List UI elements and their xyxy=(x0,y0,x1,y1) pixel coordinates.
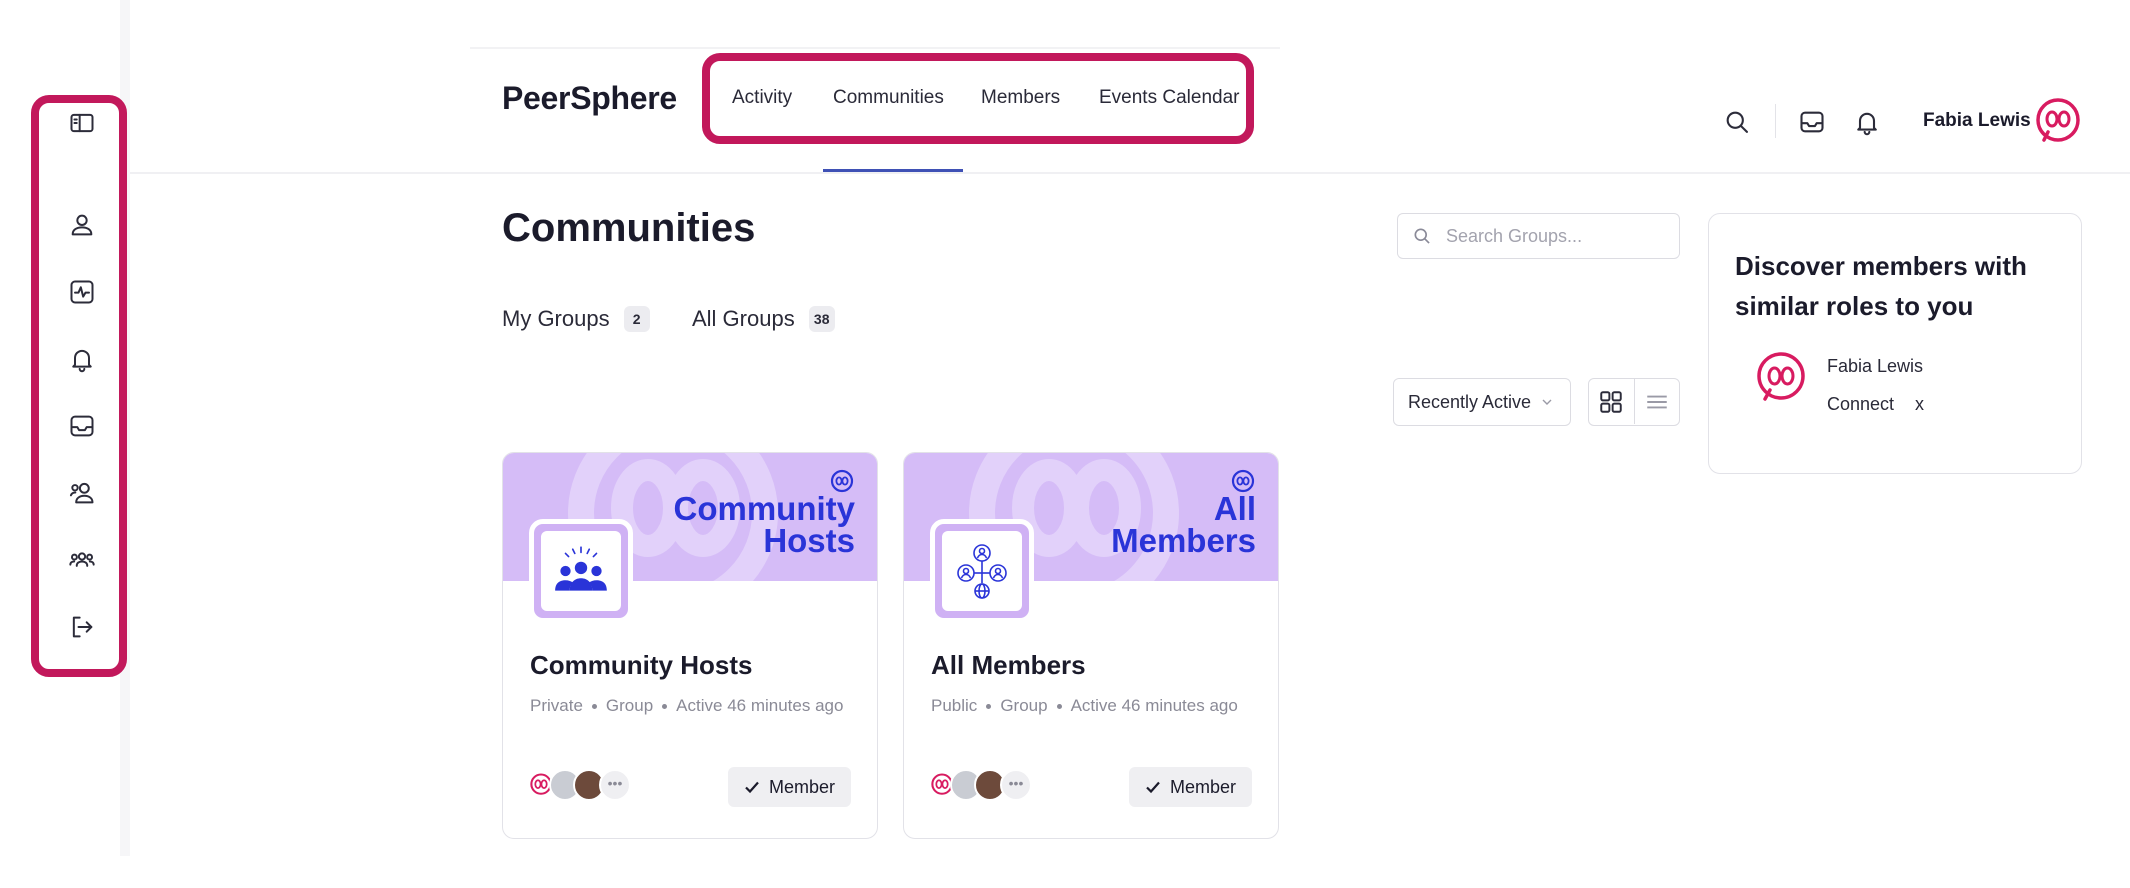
group-privacy: Private xyxy=(530,696,583,715)
member-status-button[interactable]: Member xyxy=(727,767,851,807)
search-box[interactable] xyxy=(1397,213,1680,259)
more-members-icon: ••• xyxy=(1000,769,1032,801)
member-status-button[interactable]: Member xyxy=(1128,767,1252,807)
sort-dropdown[interactable]: Recently Active xyxy=(1393,378,1571,426)
discover-title: Discover members with similar roles to y… xyxy=(1735,251,2027,321)
group-privacy: Public xyxy=(931,696,978,715)
grid-view-icon xyxy=(1600,390,1622,413)
user-avatar[interactable] xyxy=(2033,96,2083,146)
check-icon xyxy=(745,781,759,794)
logout-icon[interactable] xyxy=(64,609,100,645)
inbox-icon[interactable] xyxy=(1795,105,1829,139)
group-type: Group xyxy=(605,696,654,715)
tab-label: All Groups xyxy=(692,306,795,331)
tab-all-groups[interactable]: All Groups 38 xyxy=(692,306,835,332)
group-activity: Active 46 minutes ago xyxy=(1070,696,1238,715)
chevron-down-icon xyxy=(1542,399,1552,405)
banner-title-line: All xyxy=(1213,490,1256,527)
header-icon-divider xyxy=(1775,104,1776,138)
banner-title-line: Members xyxy=(1111,522,1256,559)
search-icon xyxy=(1414,228,1430,244)
member-network-icon xyxy=(957,544,1007,599)
tab-label: My Groups xyxy=(502,306,610,331)
nav-item-communities[interactable]: Communities xyxy=(833,87,944,109)
profile-icon[interactable] xyxy=(64,207,100,243)
search-icon[interactable] xyxy=(1720,105,1754,139)
banner-title-line: Community xyxy=(673,490,856,527)
banner-title-line: Hosts xyxy=(763,522,855,559)
notifications-icon[interactable] xyxy=(64,341,100,377)
group-meta: Private Group Active 46 minutes ago xyxy=(530,693,850,718)
nav-item-members[interactable]: Members xyxy=(981,87,1060,109)
sidebar-highlight xyxy=(31,95,127,677)
group-title[interactable]: All Members xyxy=(931,650,1086,681)
list-view-icon xyxy=(1647,395,1667,408)
group-card-all-members[interactable]: All Members All Members Public Group Activ… xyxy=(903,452,1279,839)
brand-logo[interactable]: PeerSphere xyxy=(502,80,677,117)
tab-count-badge: 2 xyxy=(623,306,650,332)
check-icon xyxy=(1146,781,1160,794)
discover-members-widget: Discover members with similar roles to y… xyxy=(1708,213,2082,474)
tab-my-groups[interactable]: My Groups 2 xyxy=(502,306,650,332)
header-divider xyxy=(130,172,2130,174)
list-view-button[interactable] xyxy=(1633,379,1680,424)
member-avatars[interactable]: ••• xyxy=(926,769,1066,803)
tab-count-badge: 38 xyxy=(808,306,835,332)
sidebar-toggle-icon[interactable] xyxy=(64,105,100,141)
bell-icon[interactable] xyxy=(1850,105,1884,139)
suggested-member-name[interactable]: Fabia Lewis xyxy=(1827,356,1923,377)
more-members-icon: ••• xyxy=(599,769,631,801)
member-status-label: Member xyxy=(768,776,835,797)
banner-title: All Members xyxy=(1111,490,1256,559)
connect-button[interactable]: Connect xyxy=(1827,394,1894,415)
header-top-border xyxy=(470,47,1280,49)
banner-title: Community Hosts xyxy=(673,490,856,559)
member-avatar[interactable] xyxy=(1753,350,1809,406)
group-card-community-hosts[interactable]: Community Hosts Community Hosts Private G… xyxy=(502,452,878,839)
grid-view-button[interactable] xyxy=(1589,379,1634,424)
nav-item-activity[interactable]: Activity xyxy=(732,87,792,109)
group-type: Group xyxy=(1000,696,1048,715)
page-title: Communities xyxy=(502,206,756,250)
group-activity: Active 46 minutes ago xyxy=(676,696,844,715)
community-hosts-icon xyxy=(555,546,607,591)
connections-icon[interactable] xyxy=(64,475,100,511)
groups-icon[interactable] xyxy=(64,542,100,578)
sort-label: Recently Active xyxy=(1408,391,1532,412)
member-avatars[interactable]: ••• xyxy=(525,769,665,803)
inbox-icon[interactable] xyxy=(64,408,100,444)
user-name[interactable]: Fabia Lewis xyxy=(1923,110,2031,132)
group-title[interactable]: Community Hosts xyxy=(530,650,752,681)
member-status-label: Member xyxy=(1169,776,1236,797)
group-meta: Public Group Active 46 minutes ago xyxy=(931,693,1251,718)
nav-item-events-calendar[interactable]: Events Calendar xyxy=(1099,87,1239,109)
group-thumbnail xyxy=(529,519,633,623)
view-toggle xyxy=(1588,378,1680,426)
group-thumbnail xyxy=(930,519,1034,623)
activity-icon[interactable] xyxy=(64,274,100,310)
dismiss-button[interactable]: x xyxy=(1915,394,1924,415)
search-input[interactable] xyxy=(1444,224,1668,248)
